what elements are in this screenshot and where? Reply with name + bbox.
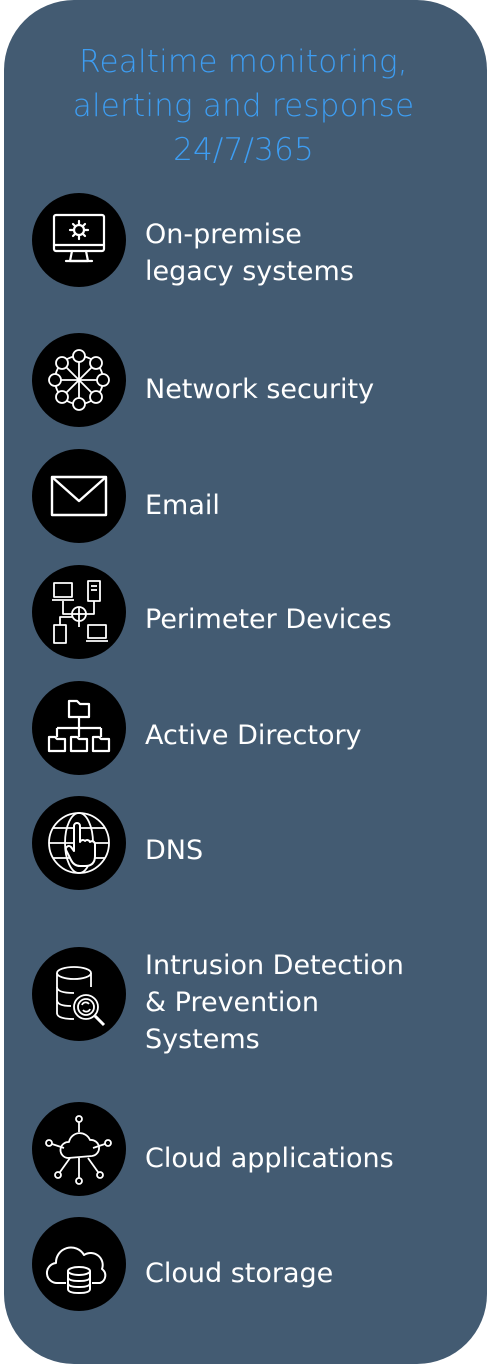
item-label: Cloud applications [145, 1140, 394, 1177]
item-label: DNS [145, 832, 203, 869]
envelope-icon [32, 449, 126, 543]
item-label: On-premise legacy systems [145, 216, 354, 290]
item-label-line: On-premise [145, 219, 302, 250]
item-label-line: Network security [145, 374, 375, 405]
item-label-line: Systems [145, 1024, 260, 1055]
list-item-intrusion-detection: Intrusion Detection & Prevention Systems [32, 947, 472, 1067]
item-label-line: Perimeter Devices [145, 604, 392, 635]
list-item-network-security: Network security [32, 333, 472, 429]
item-label: Network security [145, 371, 374, 408]
cloud-network-icon [32, 1102, 126, 1196]
item-label: Cloud storage [145, 1255, 333, 1292]
item-label-line: Cloud storage [145, 1258, 334, 1289]
list-item-cloud-applications: Cloud applications [32, 1102, 472, 1198]
list-item-cloud-storage: Cloud storage [32, 1217, 472, 1313]
item-label-line: legacy systems [145, 256, 354, 287]
monitor-gear-icon [32, 193, 126, 287]
list-item-email: Email [32, 449, 472, 545]
list-item-dns: DNS [32, 796, 472, 892]
item-label: Intrusion Detection & Prevention Systems [145, 947, 404, 1058]
panel-title: Realtime monitoring, alerting and respon… [0, 40, 487, 172]
globe-pointer-icon [32, 796, 126, 890]
item-label-line: DNS [145, 835, 204, 866]
connected-devices-icon [32, 565, 126, 659]
title-line-3: 24/7/365 [173, 132, 314, 168]
item-label-line: Active Directory [145, 720, 362, 751]
network-nodes-icon [32, 333, 126, 427]
cloud-database-icon [32, 1217, 126, 1311]
list-item-active-directory: Active Directory [32, 681, 472, 777]
item-label: Perimeter Devices [145, 601, 392, 638]
list-item-perimeter-devices: Perimeter Devices [32, 565, 472, 661]
database-search-icon [32, 947, 126, 1041]
title-line-1: Realtime monitoring, [79, 44, 408, 80]
item-label-line: Email [145, 490, 220, 521]
item-label-line: Cloud applications [145, 1143, 394, 1174]
item-label-line: Intrusion Detection [145, 950, 404, 981]
item-label-line: & Prevention [145, 987, 319, 1018]
item-label: Email [145, 487, 220, 524]
hierarchy-icon [32, 681, 126, 775]
title-line-2: alerting and response [72, 88, 415, 124]
list-item-on-premise: On-premise legacy systems [32, 193, 472, 289]
item-label: Active Directory [145, 717, 362, 754]
